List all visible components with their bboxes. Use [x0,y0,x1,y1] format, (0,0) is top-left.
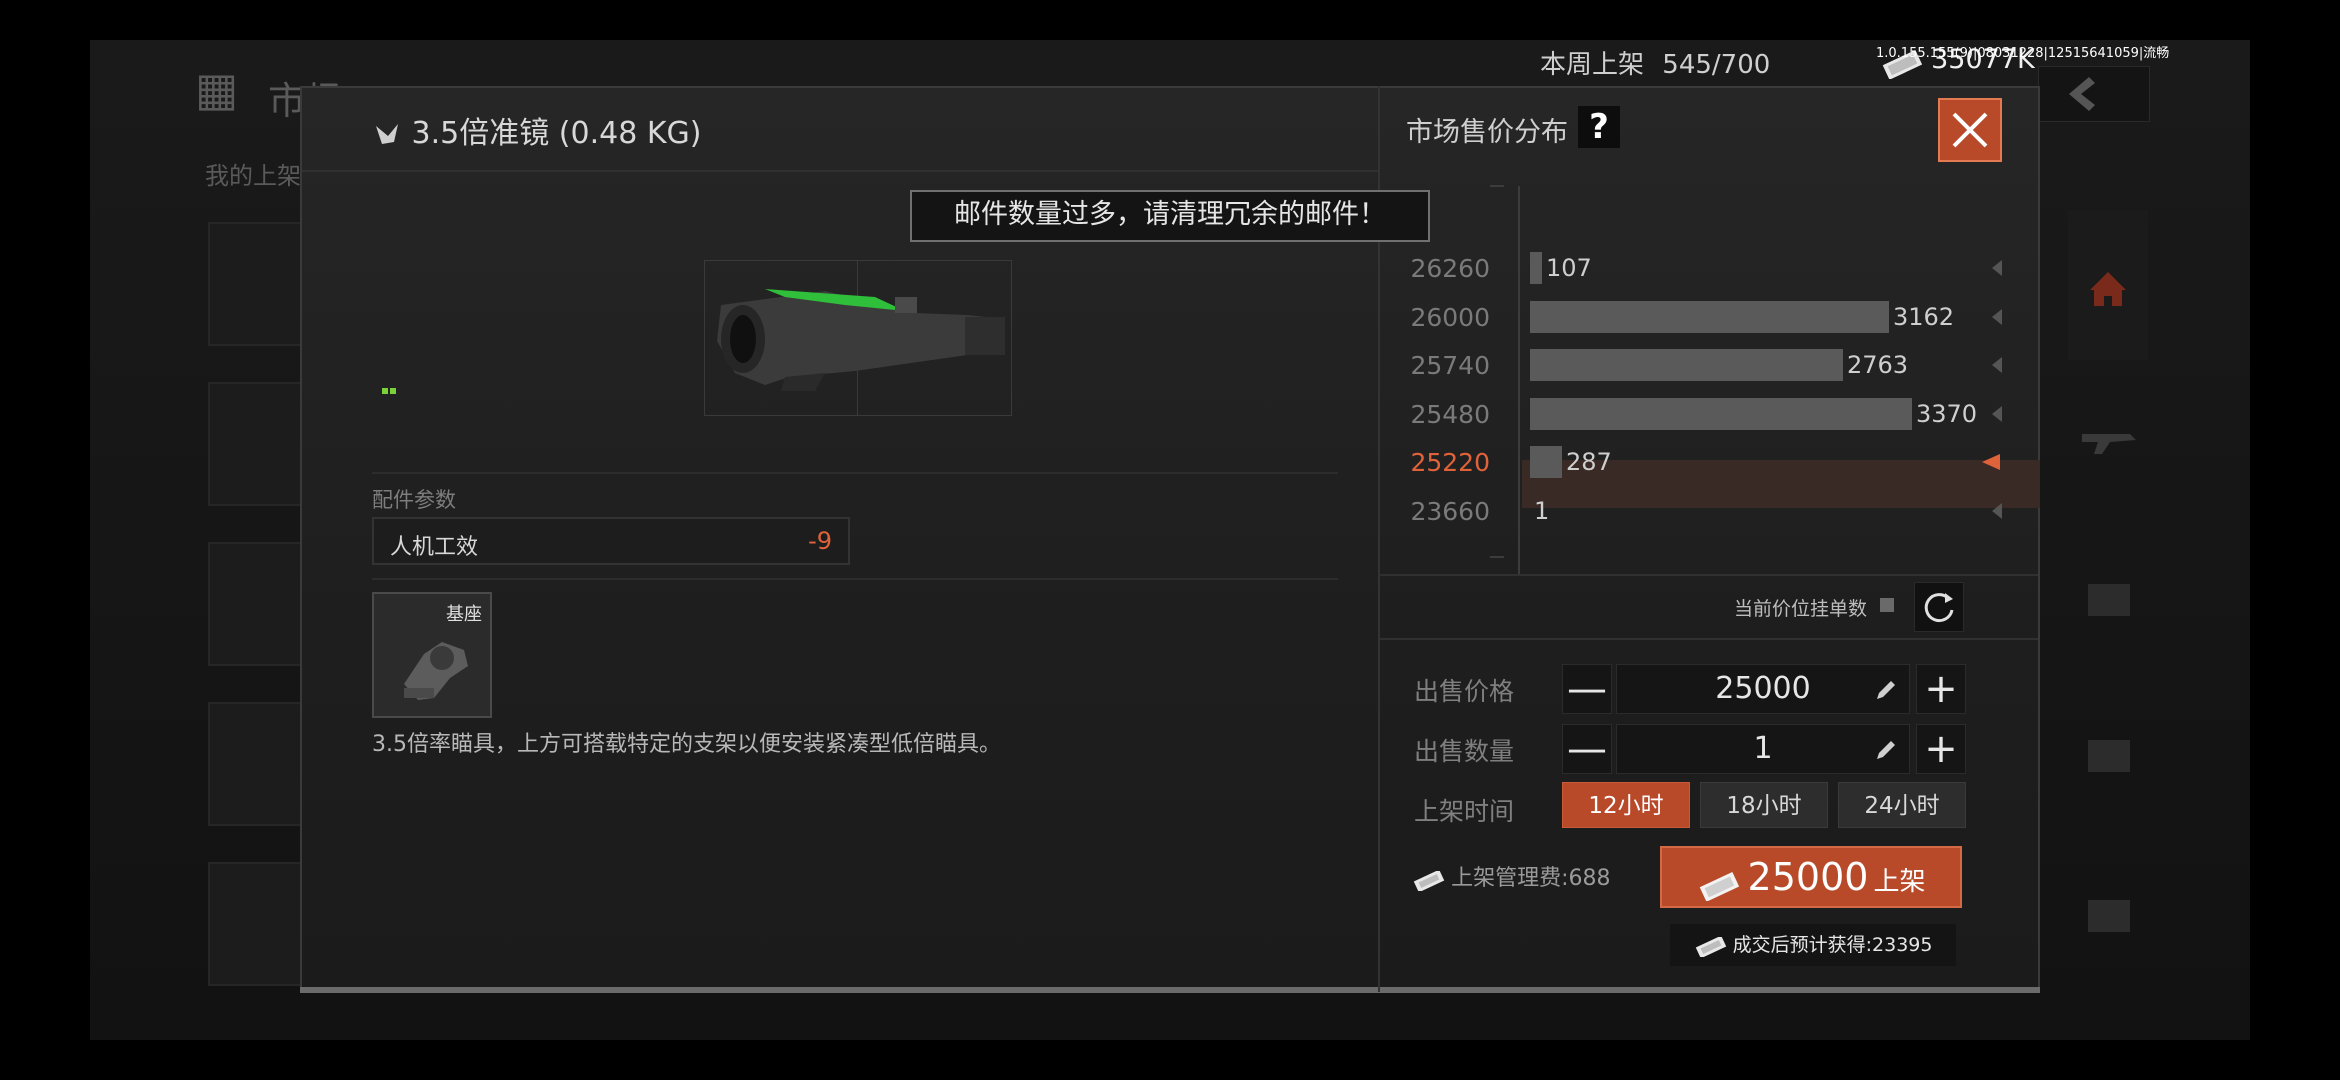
price-bar [1530,252,1542,284]
duration-12h-button[interactable]: 12小时 [1562,782,1690,828]
stat-row-ergonomics: 人机工效 -9 [372,517,850,565]
listing-fee: 上架管理费:688 [1412,860,1611,892]
price-bar-count: 1 [1534,497,1550,525]
estimated-earnings-text: 成交后预计获得:23395 [1732,934,1933,956]
weekly-label: 本周上架 [1540,50,1645,80]
weekly-value: 545/700 [1662,50,1771,80]
price-tick-label: 25220 [1410,448,1490,477]
close-icon [1952,112,1988,148]
quantity-input[interactable]: 1 [1616,724,1910,774]
price-bar [1530,446,1562,478]
close-button[interactable] [1938,98,2002,162]
estimated-earnings: 成交后预计获得:23395 [1670,924,1956,966]
select-price-arrow[interactable] [1992,406,2002,422]
scope-image [717,289,1005,391]
price-bar [1530,301,1889,333]
cash-icon [1700,871,1740,902]
edit-pencil-icon [1877,681,1895,699]
bg-crate-icon [2088,740,2130,772]
market-distribution-title: 市场售价分布 [1406,117,1568,148]
list-button-amount: 25000 [1747,855,1869,899]
price-bar-count: 3162 [1893,303,1955,331]
price-value: 25000 [1715,671,1811,706]
cash-icon [1413,869,1445,892]
weekly-listing-counter: 本周上架 545/700 [1540,44,1770,81]
bg-crate-icon [2088,900,2130,932]
price-bar-count: 287 [1566,448,1612,476]
item-title-text: 3.5倍准镜 (0.48 KG) [411,116,702,151]
rarity-dot [382,388,388,394]
axis-tick [1490,556,1504,558]
item-image-frame [704,260,1012,416]
bg-crate-icon [2088,584,2130,616]
duration-label: 上架时间 [1414,797,1515,826]
select-price-arrow[interactable] [1992,357,2002,373]
stats-divider [372,578,1338,580]
weight-icon [376,123,398,144]
price-label: 出售价格 [1414,677,1515,706]
price-bar-count: 3370 [1916,400,1978,428]
bg-home-tab [2068,210,2148,360]
cash-icon [1695,935,1726,958]
quantity-label: 出售数量 [1414,737,1515,766]
modal-bottom-edge [300,987,2040,993]
listing-fee-text: 上架管理费:688 [1451,866,1611,891]
stat-name: 人机工效 [390,535,479,560]
params-section-label: 配件参数 [372,488,456,512]
axis-tick [1490,185,1504,187]
quantity-increase-button[interactable]: + [1916,724,1966,774]
price-tick-label: 26000 [1410,303,1490,332]
duration-24h-button[interactable]: 24小时 [1838,782,1966,828]
bg-market-logo: ▦ [195,62,239,116]
version-info: 1.0.155.155(9)|08031228|12515641059|流畅 [1876,46,2170,61]
select-price-arrow[interactable] [1992,503,2002,519]
quantity-value: 1 [1753,731,1773,766]
price-tick-label: 25740 [1410,351,1490,380]
item-title: 3.5倍准镜 (0.48 KG) [372,108,701,152]
stat-value: -9 [808,527,832,555]
chart-divider [1380,574,2038,576]
quantity-decrease-button[interactable]: — [1562,724,1612,774]
price-bar-count: 107 [1546,254,1592,282]
item-description: 3.5倍率瞄具，上方可搭载特定的支架以便安装紧凑型低倍瞄具。 [372,732,1001,757]
bg-rifle-icon [2080,420,2140,464]
params-divider [372,472,1338,474]
bg-back-button [2038,66,2150,122]
legend-swatch [1880,598,1894,612]
rarity-dot [390,388,396,394]
price-bar-count: 2763 [1847,351,1909,379]
list-button-label: 上架 [1873,867,1926,897]
attachment-slot-mount[interactable]: 基座 [372,592,492,718]
price-tick-label: 26260 [1410,254,1490,283]
price-increase-button[interactable]: + [1916,664,1966,714]
duration-18h-button[interactable]: 18小时 [1700,782,1828,828]
refresh-icon [1924,593,1954,623]
price-decrease-button[interactable]: — [1562,664,1612,714]
price-tick-label: 23660 [1410,497,1490,526]
help-icon[interactable]: ? [1578,106,1620,148]
mailbox-full-toast: 邮件数量过多，请清理冗余的邮件！ [910,190,1430,242]
price-input[interactable]: 25000 [1616,664,1910,714]
form-divider [1380,638,2038,640]
list-item-button[interactable]: 25000 上架 [1660,846,1962,908]
edit-pencil-icon [1877,741,1895,759]
price-bar [1530,349,1843,381]
price-tick-label: 25480 [1410,400,1490,429]
legend-label: 当前价位挂单数 [1734,598,1868,620]
refresh-button[interactable] [1914,582,1964,632]
scope-mount-icon [404,642,468,700]
back-arrow-icon [2069,77,2095,111]
select-price-arrow[interactable] [1992,260,2002,276]
header-divider [302,170,1378,172]
select-price-arrow[interactable] [1982,454,2000,470]
price-bar [1530,398,1912,430]
bg-my-listings: 我的上架 [205,162,301,190]
chart-axis [1518,186,1520,576]
select-price-arrow[interactable] [1992,309,2002,325]
home-icon [2090,272,2126,306]
